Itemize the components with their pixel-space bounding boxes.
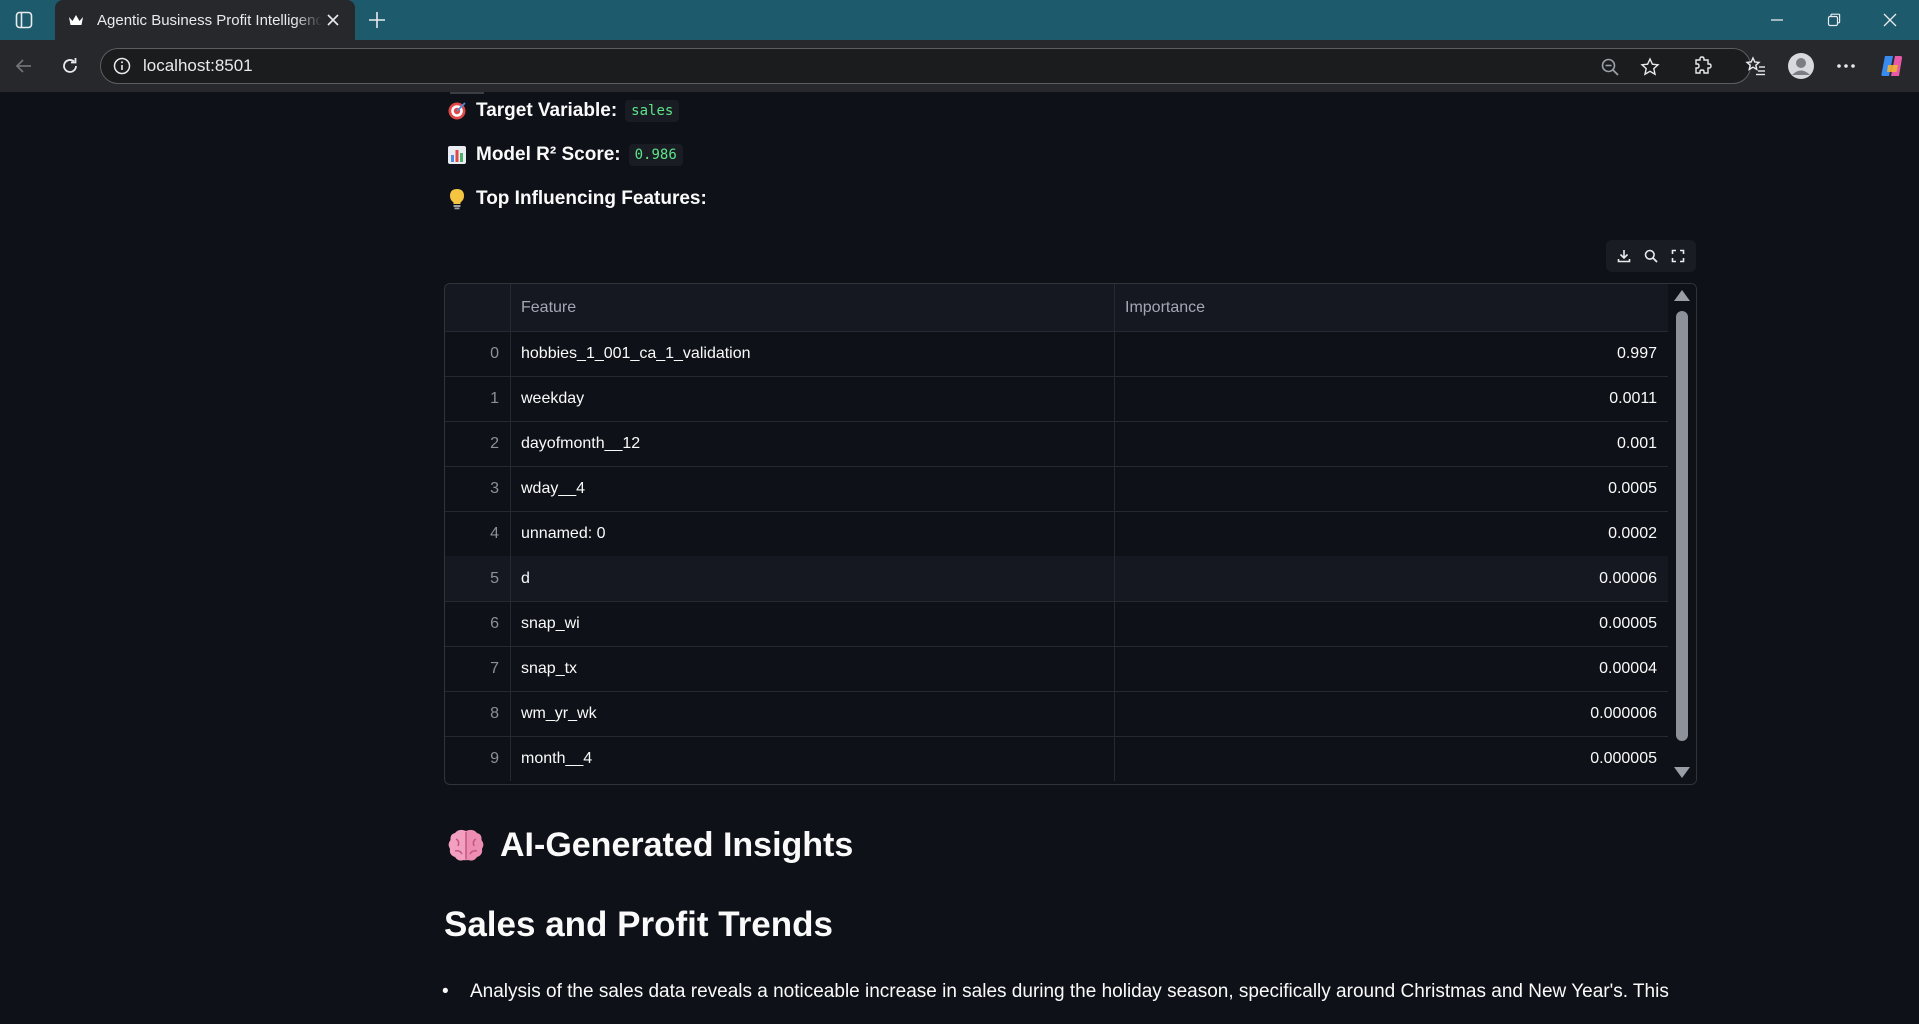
brain-icon	[448, 829, 484, 861]
row-index: 7	[445, 646, 511, 691]
section-heading: Sales and Profit Trends	[444, 905, 833, 944]
tab-title: Agentic Business Profit Intelligence	[97, 11, 322, 29]
importance-cell[interactable]: 0.00005	[1115, 601, 1669, 646]
search-icon[interactable]	[1641, 246, 1661, 266]
browser-toolbar: localhost:8501	[0, 40, 1919, 92]
feature-cell[interactable]: weekday	[511, 376, 1115, 421]
target-variable-label: Target Variable:	[476, 100, 618, 121]
close-tab-icon[interactable]	[323, 10, 343, 30]
feature-cell[interactable]: month__4	[511, 736, 1115, 781]
insights-title: AI-Generated Insights	[500, 825, 854, 864]
table-row[interactable]: 8 wm_yr_wk 0.000006	[445, 691, 1669, 737]
table-row[interactable]: 2 dayofmonth__12 0.001	[445, 421, 1669, 467]
table-row[interactable]: 7 snap_tx 0.00004	[445, 646, 1669, 692]
row-index: 4	[445, 511, 511, 556]
divider	[450, 92, 484, 94]
table-row[interactable]: 4 unnamed: 0 0.0002	[445, 511, 1669, 557]
importance-cell[interactable]: 0.0011	[1115, 376, 1669, 421]
table-header-row: Feature Importance	[445, 284, 1669, 332]
site-info-icon[interactable]	[113, 57, 131, 75]
back-arrow-icon[interactable]	[10, 52, 38, 80]
feature-cell[interactable]: wday__4	[511, 466, 1115, 511]
lightbulb-icon	[446, 188, 468, 210]
address-bar[interactable]: localhost:8501	[100, 48, 1751, 84]
dataframe-toolbar	[1606, 240, 1696, 272]
table-row[interactable]: 6 snap_wi 0.00005	[445, 601, 1669, 647]
feature-cell[interactable]: d	[511, 556, 1115, 601]
importance-cell[interactable]: 0.997	[1115, 331, 1669, 376]
importance-cell[interactable]: 0.000005	[1115, 736, 1669, 781]
scrollbar-thumb[interactable]	[1676, 311, 1688, 741]
importance-cell[interactable]: 0.000006	[1115, 691, 1669, 736]
row-index: 6	[445, 601, 511, 646]
favorites-list-icon[interactable]	[1742, 52, 1770, 80]
model-score-line: Model R² Score: 0.986	[446, 144, 683, 166]
importance-cell[interactable]: 0.001	[1115, 421, 1669, 466]
target-variable-line: Target Variable: sales	[446, 100, 680, 122]
more-menu-icon[interactable]	[1832, 52, 1860, 80]
column-header-importance[interactable]: Importance	[1115, 284, 1669, 331]
importance-cell[interactable]: 0.00006	[1115, 556, 1669, 601]
top-features-label: Top Influencing Features:	[476, 188, 707, 209]
url-text[interactable]: localhost:8501	[143, 56, 253, 76]
profile-avatar-icon[interactable]	[1787, 52, 1815, 80]
feature-importance-table[interactable]: Feature Importance 0 hobbies_1_001_ca_1_…	[444, 283, 1697, 785]
refresh-icon[interactable]	[56, 52, 84, 80]
feature-cell[interactable]: snap_wi	[511, 601, 1115, 646]
tab-actions-icon[interactable]	[13, 9, 35, 31]
table-row[interactable]: 3 wday__4 0.0005	[445, 466, 1669, 512]
app-page: Target Variable: sales Model R² Score: 0…	[5, 92, 1919, 1020]
insights-heading: AI-Generated Insights	[446, 825, 853, 865]
row-index: 5	[445, 556, 511, 601]
fullscreen-icon[interactable]	[1668, 246, 1688, 266]
top-features-line: Top Influencing Features:	[446, 188, 707, 210]
model-score-value: 0.986	[628, 144, 683, 166]
feature-cell[interactable]: dayofmonth__12	[511, 421, 1115, 466]
minimize-icon[interactable]	[1762, 8, 1792, 32]
table-row[interactable]: 5 d 0.00006	[445, 556, 1669, 602]
table-scrollbar[interactable]	[1668, 284, 1696, 784]
close-window-icon[interactable]	[1875, 8, 1905, 32]
insight-text: Analysis of the sales data reveals a not…	[470, 981, 1669, 1002]
scroll-up-arrow-icon[interactable]	[1674, 290, 1690, 301]
zoom-out-icon[interactable]	[1598, 55, 1622, 79]
column-header-feature[interactable]: Feature	[511, 284, 1115, 331]
importance-cell[interactable]: 0.00004	[1115, 646, 1669, 691]
streamlit-crown-icon	[67, 11, 85, 29]
row-index: 1	[445, 376, 511, 421]
target-dart-icon	[446, 100, 468, 122]
row-index: 8	[445, 691, 511, 736]
table-row[interactable]: 9 month__4 0.000005	[445, 736, 1669, 781]
table-row[interactable]: 0 hobbies_1_001_ca_1_validation 0.997	[445, 331, 1669, 377]
new-tab-icon[interactable]	[364, 7, 390, 33]
restore-icon[interactable]	[1819, 8, 1849, 32]
copilot-icon[interactable]	[1878, 52, 1906, 80]
index-header	[445, 284, 511, 331]
importance-cell[interactable]: 0.0005	[1115, 466, 1669, 511]
model-score-label: Model R² Score:	[476, 144, 621, 165]
feature-cell[interactable]: wm_yr_wk	[511, 691, 1115, 736]
table-row[interactable]: 1 weekday 0.0011	[445, 376, 1669, 422]
row-index: 2	[445, 421, 511, 466]
row-index: 0	[445, 331, 511, 376]
target-variable-value: sales	[625, 100, 680, 122]
row-index: 3	[445, 466, 511, 511]
row-index: 9	[445, 736, 511, 781]
bullet-icon: •	[442, 981, 449, 1002]
browser-tab-strip: Agentic Business Profit Intelligence	[0, 0, 1919, 40]
favorite-star-icon[interactable]	[1638, 55, 1662, 79]
feature-cell[interactable]: hobbies_1_001_ca_1_validation	[511, 331, 1115, 376]
extensions-icon[interactable]	[1689, 52, 1717, 80]
list-item: • Analysis of the sales data reveals a n…	[440, 981, 1698, 1003]
importance-cell[interactable]: 0.0002	[1115, 511, 1669, 556]
bar-chart-icon	[446, 144, 468, 166]
feature-cell[interactable]: snap_tx	[511, 646, 1115, 691]
scroll-down-arrow-icon[interactable]	[1674, 767, 1690, 778]
download-icon[interactable]	[1614, 246, 1634, 266]
feature-cell[interactable]: unnamed: 0	[511, 511, 1115, 556]
browser-tab-active[interactable]: Agentic Business Profit Intelligence	[55, 0, 355, 40]
